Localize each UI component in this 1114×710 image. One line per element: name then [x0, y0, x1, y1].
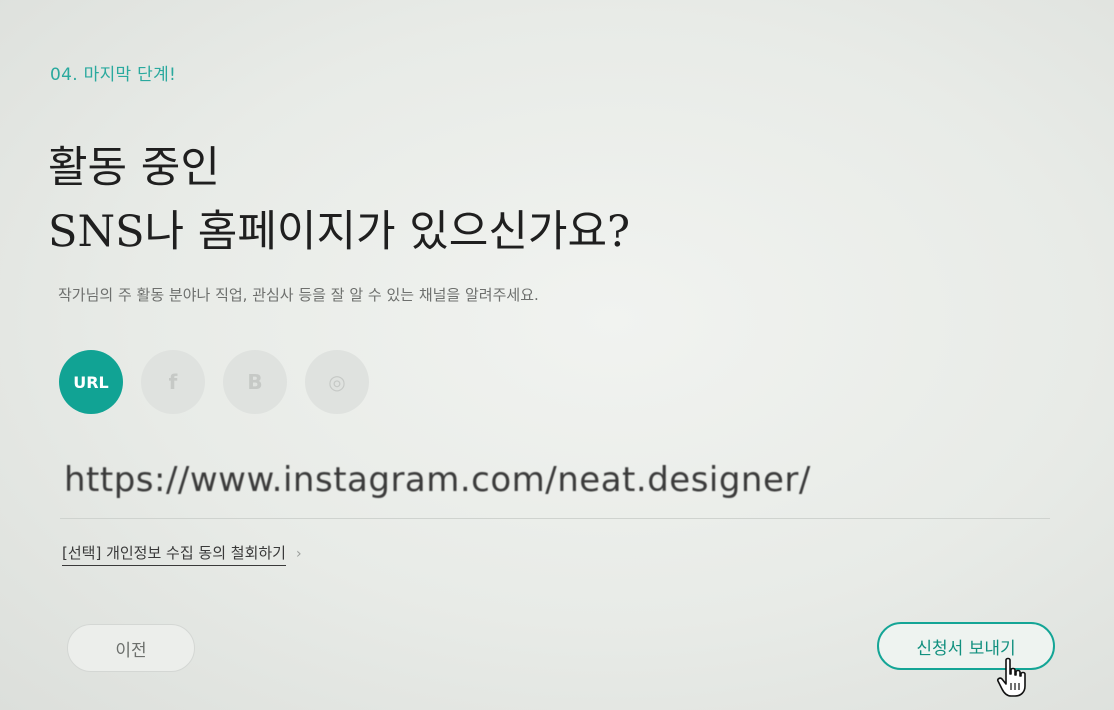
instagram-icon: ◎	[328, 370, 346, 394]
channel-url-button[interactable]: URL	[59, 350, 123, 414]
url-input[interactable]	[60, 448, 1058, 512]
page-title: 활동 중인 SNS나 홈페이지가 있으신가요?	[48, 136, 630, 264]
channel-facebook-button[interactable]: f	[141, 350, 205, 414]
channel-instagram-button[interactable]: ◎	[305, 350, 369, 414]
privacy-withdraw-label: [선택] 개인정보 수집 동의 철회하기	[62, 542, 286, 566]
chevron-right-icon: ›	[295, 546, 302, 562]
application-form-screen: 04. 마지막 단계! 활동 중인 SNS나 홈페이지가 있으신가요? 작가님의…	[0, 0, 1114, 710]
url-field-container	[60, 448, 1058, 519]
hand-pointer-icon	[997, 657, 1026, 697]
previous-button-label: 이전	[115, 640, 147, 661]
send-application-label: 신청서 보내기	[916, 638, 1016, 659]
channel-url-label: URL	[73, 372, 109, 392]
privacy-withdraw-link[interactable]: [선택] 개인정보 수집 동의 철회하기 ›	[62, 542, 302, 566]
step-indicator: 04. 마지막 단계!	[50, 65, 177, 85]
previous-button[interactable]: 이전	[67, 624, 195, 672]
page-title-line-2: SNS나 홈페이지가 있으신가요?	[48, 207, 631, 257]
instruction-text: 작가님의 주 활동 분야나 직업, 관심사 등을 잘 알 수 있는 채널을 알려…	[58, 286, 539, 304]
channel-blog-button[interactable]: B	[223, 350, 287, 414]
facebook-icon: f	[168, 370, 178, 394]
channel-selector: URL f B ◎	[59, 350, 369, 414]
blog-icon: B	[247, 370, 263, 394]
page-title-line-1: 활동 중인	[48, 143, 220, 193]
